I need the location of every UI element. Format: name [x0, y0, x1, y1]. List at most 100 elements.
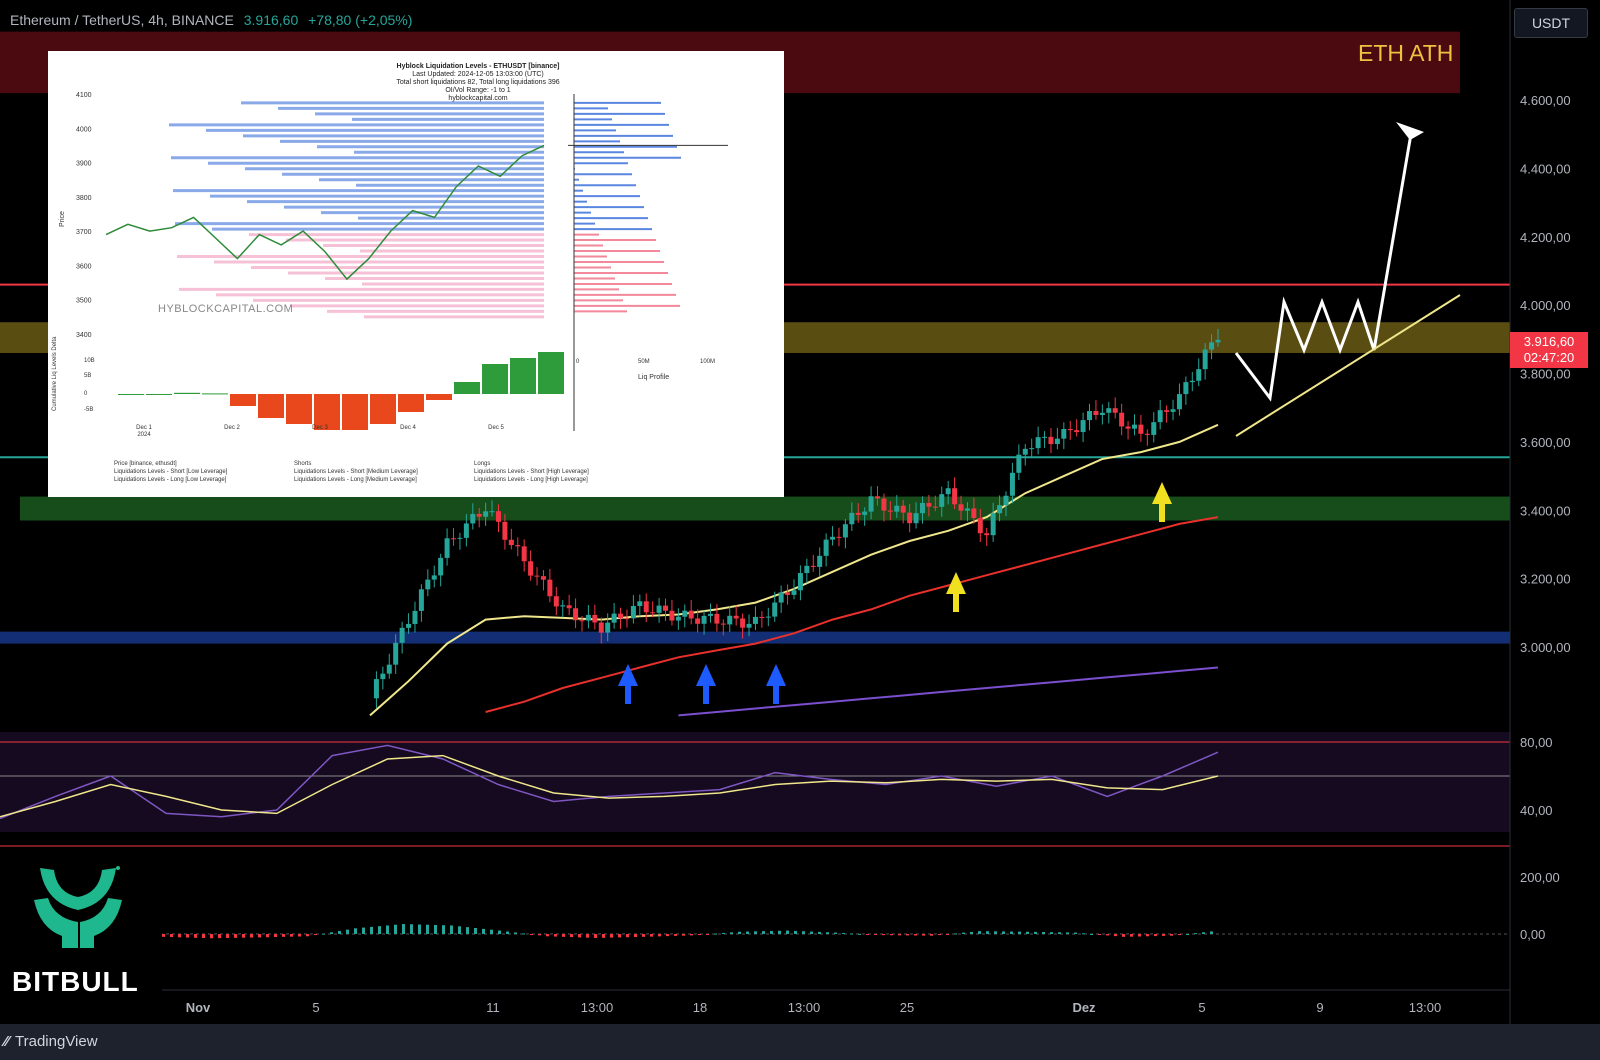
time-axis-label: 9 — [1316, 1000, 1323, 1015]
macd-histogram-bar — [642, 934, 645, 937]
macd-histogram-bar — [498, 930, 501, 934]
inset-y-tick: 4100 — [76, 92, 92, 99]
inset-delta-bar — [258, 394, 284, 418]
macd-histogram-bar — [362, 927, 365, 934]
macd-histogram-bar — [722, 932, 725, 934]
candle-body — [540, 576, 546, 580]
macd-histogram-bar — [1090, 934, 1093, 935]
price-axis-label: 4.200,00 — [1520, 230, 1571, 245]
inset-title: Hyblock Liquidation Levels - ETHUSDT [bi… — [396, 63, 560, 70]
rsi-axis-label: 80,00 — [1520, 735, 1553, 750]
macd-histogram-bar — [594, 934, 597, 938]
macd-histogram-bar — [242, 934, 245, 938]
inset-y-tick: 3500 — [76, 298, 92, 305]
candle-body — [585, 614, 591, 621]
macd-histogram-bar — [226, 934, 229, 938]
macd-histogram-bar — [890, 934, 893, 936]
macd-histogram-bar — [1074, 932, 1077, 934]
inset-delta-tick: 5B — [84, 373, 91, 379]
candle-body — [913, 513, 919, 524]
macd-histogram-bar — [786, 930, 789, 934]
inset-delta-bar — [510, 358, 536, 394]
candle-body — [1061, 428, 1067, 439]
price-axis-label: 3.600,00 — [1520, 435, 1571, 450]
candle-body — [778, 592, 784, 603]
candle-body — [701, 615, 707, 624]
macd-histogram-bar — [930, 934, 933, 936]
macd-histogram-bar — [1106, 934, 1109, 936]
inset-subtitle-4: hyblockcapital.com — [448, 95, 508, 102]
candle-body — [772, 602, 778, 617]
candle-body — [611, 613, 617, 623]
candle-body — [1054, 438, 1060, 445]
price-axis-label: 3.800,00 — [1520, 367, 1571, 382]
header-price: 3.916,60 — [243, 12, 299, 28]
macd-histogram-bar — [1122, 934, 1125, 937]
last-price-tag: 3.916,60 02:47:20 — [1510, 332, 1588, 368]
candle-body — [1196, 369, 1202, 381]
macd-histogram-bar — [410, 924, 413, 934]
inset-legend-item: Liquidations Levels - Long [Low Leverage… — [114, 477, 227, 483]
macd-histogram-bar — [794, 930, 797, 934]
candle-body — [1035, 437, 1041, 449]
macd-histogram-bar — [634, 934, 637, 938]
candle-body — [746, 623, 752, 628]
inset-delta-tick: 0 — [84, 391, 88, 397]
macd-histogram-bar — [514, 932, 517, 934]
liquidation-inset: 4100 4000 3900 3800 3700 3600 3500 3400 Price 10B… — [48, 51, 784, 497]
candle-body — [682, 610, 688, 617]
candle-body — [797, 573, 803, 591]
macd-histogram-bar — [586, 934, 589, 938]
time-axis-label: 25 — [900, 1000, 914, 1015]
macd-histogram-bar — [466, 927, 469, 934]
candle-body — [489, 511, 495, 513]
macd-histogram-bar — [906, 934, 909, 936]
candle-body — [495, 511, 501, 522]
price-zone — [20, 496, 1510, 521]
symbol-title[interactable]: Ethereum / TetherUS, 4h, BINANCE — [10, 12, 234, 28]
macd-histogram-bar — [962, 932, 965, 934]
macd-histogram-bar — [234, 934, 237, 938]
macd-histogram-bar — [386, 925, 389, 934]
candle-body — [804, 565, 810, 574]
inset-y-tick: 3600 — [76, 263, 92, 270]
macd-histogram-bar — [754, 931, 757, 934]
macd-histogram-bar — [258, 934, 261, 938]
candle-body — [990, 513, 996, 536]
candle-body — [1016, 454, 1022, 473]
candle-body — [1022, 448, 1028, 455]
candle-body — [399, 627, 405, 643]
liquidation-chart: 4100 4000 3900 3800 3700 3600 3500 3400 Price 10B… — [52, 92, 728, 483]
candle-body — [675, 616, 681, 621]
candle-body — [894, 505, 900, 512]
currency-button[interactable]: USDT — [1514, 8, 1588, 38]
inset-y-tick: 4000 — [76, 126, 92, 133]
inset-legend-item: Shorts — [294, 461, 311, 467]
candle-body — [386, 664, 392, 674]
candle-body — [997, 505, 1003, 514]
candle-body — [1003, 495, 1009, 506]
price-axis-label: 4.000,00 — [1520, 298, 1571, 313]
macd-histogram-bar — [434, 924, 437, 934]
macd-histogram-bar — [666, 934, 669, 937]
inset-x-tick: Dec 4 — [400, 425, 416, 431]
macd-histogram-bar — [978, 931, 981, 934]
macd-histogram-bar — [714, 933, 717, 935]
tradingview-logo[interactable]: ⁄⁄ TradingView — [4, 1033, 98, 1050]
macd-histogram-bar — [458, 926, 461, 934]
candle-body — [579, 620, 585, 622]
macd-histogram-bar — [1098, 934, 1101, 935]
inset-legend-item: Liquidations Levels - Short [Low Leverag… — [114, 469, 228, 475]
macd-histogram-bar — [1082, 933, 1085, 935]
candle-body — [836, 536, 842, 538]
inset-x-tick: 2024 — [137, 432, 151, 438]
price-axis-label: 4.600,00 — [1520, 93, 1571, 108]
macd-histogram-bar — [322, 933, 325, 935]
candle-body — [1099, 412, 1105, 415]
macd-histogram-bar — [698, 934, 701, 935]
candle-body — [952, 488, 958, 505]
macd-histogram-bar — [834, 932, 837, 934]
brand-name: BITBULL — [12, 966, 139, 997]
candle-body — [618, 613, 624, 619]
candle-body — [759, 616, 765, 618]
